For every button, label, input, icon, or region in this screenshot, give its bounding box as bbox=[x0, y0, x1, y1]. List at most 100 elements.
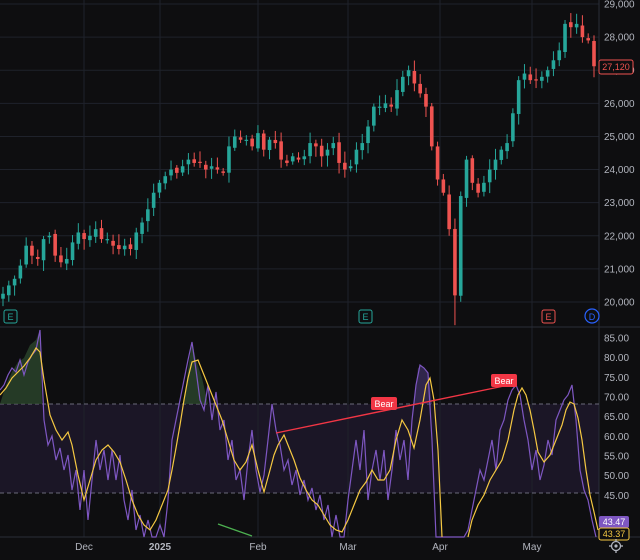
candle-body[interactable] bbox=[389, 104, 394, 107]
candle-body[interactable] bbox=[337, 142, 341, 163]
candle-body[interactable] bbox=[267, 139, 272, 151]
candle-body[interactable] bbox=[412, 70, 417, 84]
candle-body[interactable] bbox=[273, 139, 278, 144]
candle-body[interactable] bbox=[12, 278, 17, 286]
candle-body[interactable] bbox=[366, 126, 370, 144]
candle-body[interactable] bbox=[447, 194, 451, 230]
candle-body[interactable] bbox=[290, 156, 295, 162]
candle-body[interactable] bbox=[435, 146, 440, 180]
candle-body[interactable] bbox=[64, 258, 69, 264]
candle-body[interactable] bbox=[557, 50, 562, 61]
candle-body[interactable] bbox=[180, 166, 185, 173]
candle-body[interactable] bbox=[372, 106, 376, 126]
rsi-axis[interactable]: 85.00 80.00 75.00 70.00 65.00 60.00 55.00 50.00… bbox=[604, 334, 629, 502]
candle-body[interactable] bbox=[117, 245, 121, 250]
candle-body[interactable] bbox=[540, 76, 544, 81]
candle-body[interactable] bbox=[250, 138, 254, 147]
candle-body[interactable] bbox=[569, 22, 573, 28]
candle-body[interactable] bbox=[53, 233, 57, 256]
candle-body[interactable] bbox=[6, 285, 11, 296]
candle-body[interactable] bbox=[163, 176, 168, 184]
candle-body[interactable] bbox=[122, 245, 127, 250]
candle-body[interactable] bbox=[175, 167, 179, 173]
candle-body[interactable] bbox=[227, 146, 231, 173]
candle-body[interactable] bbox=[1, 293, 5, 299]
candle-body[interactable] bbox=[354, 149, 359, 165]
candle-body[interactable] bbox=[511, 113, 515, 142]
candle-body[interactable] bbox=[70, 242, 75, 261]
candle-body[interactable] bbox=[192, 159, 197, 163]
candle-body[interactable] bbox=[59, 255, 63, 263]
earnings-marker-2[interactable]: E bbox=[358, 309, 373, 324]
candle-body[interactable] bbox=[146, 209, 150, 222]
candle-body[interactable] bbox=[348, 166, 353, 169]
candle-body[interactable] bbox=[261, 133, 266, 150]
candle-body[interactable] bbox=[238, 137, 243, 140]
candle-body[interactable] bbox=[505, 143, 509, 152]
candle-body[interactable] bbox=[360, 143, 365, 151]
dividend-marker[interactable]: D bbox=[584, 308, 600, 324]
candle-body[interactable] bbox=[418, 83, 422, 94]
candle-body[interactable] bbox=[377, 106, 382, 108]
candle-body[interactable] bbox=[157, 182, 162, 193]
candle-body[interactable] bbox=[169, 169, 173, 176]
candle-body[interactable] bbox=[203, 164, 208, 170]
earnings-marker-3[interactable]: E bbox=[541, 309, 556, 324]
candle-body[interactable] bbox=[308, 143, 312, 157]
candle-body[interactable] bbox=[47, 235, 52, 238]
candle-body[interactable] bbox=[99, 228, 104, 240]
candle-body[interactable] bbox=[516, 80, 521, 114]
candle-body[interactable] bbox=[302, 156, 307, 160]
candle-body[interactable] bbox=[82, 233, 86, 240]
candle-body[interactable] bbox=[493, 159, 498, 171]
candle-body[interactable] bbox=[134, 232, 139, 250]
candle-body[interactable] bbox=[319, 145, 324, 157]
candle-body[interactable] bbox=[209, 166, 214, 169]
candle-body[interactable] bbox=[30, 245, 34, 256]
candle-body[interactable] bbox=[41, 239, 46, 261]
candle-body[interactable] bbox=[331, 143, 336, 149]
candle-body[interactable] bbox=[232, 136, 237, 148]
candle-body[interactable] bbox=[76, 232, 81, 244]
candle-body[interactable] bbox=[534, 79, 538, 81]
candle-body[interactable] bbox=[314, 143, 318, 147]
earnings-marker-1[interactable]: E bbox=[3, 309, 18, 324]
candle-body[interactable] bbox=[592, 41, 596, 67]
candle-body[interactable] bbox=[441, 179, 446, 193]
candle-body[interactable] bbox=[215, 167, 220, 170]
bear-badge-2[interactable]: Bear bbox=[491, 374, 517, 387]
candle-body[interactable] bbox=[24, 245, 28, 265]
candle-body[interactable] bbox=[111, 240, 115, 246]
candle-body[interactable] bbox=[429, 106, 434, 147]
candle-body[interactable] bbox=[487, 169, 492, 183]
candle-body[interactable] bbox=[458, 196, 463, 296]
candle-body[interactable] bbox=[400, 76, 405, 92]
candle-body[interactable] bbox=[88, 235, 92, 241]
candle-body[interactable] bbox=[545, 70, 550, 77]
candle-body[interactable] bbox=[35, 257, 40, 259]
candle-body[interactable] bbox=[105, 239, 110, 241]
candle-body[interactable] bbox=[343, 162, 347, 170]
candle-body[interactable] bbox=[128, 244, 133, 250]
candle-body[interactable] bbox=[482, 182, 486, 192]
candle-body[interactable] bbox=[406, 70, 411, 77]
candle-body[interactable] bbox=[140, 222, 144, 234]
candle-body[interactable] bbox=[244, 139, 249, 141]
candle-body[interactable] bbox=[151, 192, 156, 208]
candle-body[interactable] bbox=[186, 159, 191, 165]
candle-body[interactable] bbox=[574, 23, 579, 28]
candle-body[interactable] bbox=[424, 94, 428, 107]
candle-body[interactable] bbox=[296, 157, 301, 160]
candle-body[interactable] bbox=[256, 133, 260, 149]
candle-body[interactable] bbox=[383, 103, 388, 109]
candle-body[interactable] bbox=[551, 60, 556, 69]
candle-body[interactable] bbox=[586, 38, 591, 41]
candle-body[interactable] bbox=[499, 149, 504, 160]
candle-body[interactable] bbox=[325, 149, 330, 156]
candle-body[interactable] bbox=[563, 23, 567, 52]
bear-badge-1[interactable]: Bear bbox=[371, 397, 397, 410]
candle-body[interactable] bbox=[285, 160, 289, 163]
candle-body[interactable] bbox=[93, 229, 98, 237]
candle-body[interactable] bbox=[453, 228, 457, 296]
candle-body[interactable] bbox=[18, 265, 23, 279]
